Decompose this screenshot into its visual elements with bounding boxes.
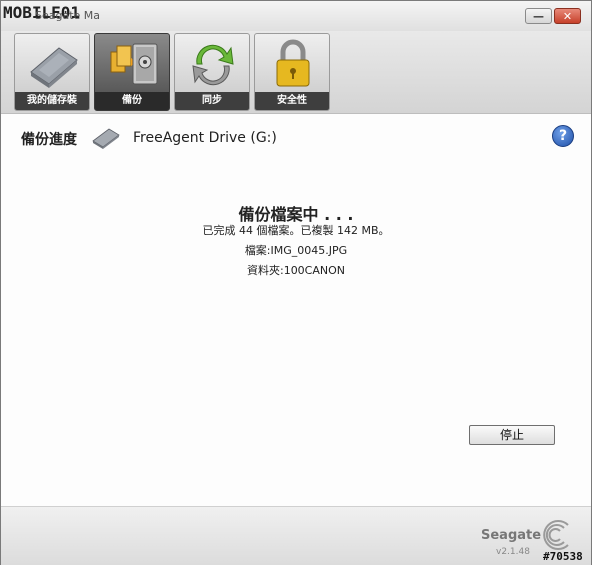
main-toolbar: 我的儲存裝 備份 同步 安全性 xyxy=(1,31,591,114)
drive-name: FreeAgent Drive (G:) xyxy=(133,130,277,146)
current-folder: 資料夾:100CANON xyxy=(246,264,346,277)
help-icon: ? xyxy=(558,128,568,144)
tab-label: 備份 xyxy=(95,92,169,110)
tab-sync[interactable]: 同步 xyxy=(174,33,250,111)
current-file: 檔案:IMG_0045.JPG xyxy=(244,244,348,257)
page-title: 備份進度 xyxy=(21,132,77,148)
tab-security[interactable]: 安全性 xyxy=(254,33,330,111)
drive-icon xyxy=(30,47,78,88)
tab-label: 安全性 xyxy=(255,92,329,110)
tab-label: 同步 xyxy=(175,92,249,110)
help-button[interactable]: ? xyxy=(552,125,574,147)
tab-backup[interactable]: 備份 xyxy=(94,33,170,111)
minimize-button[interactable]: — xyxy=(525,8,552,24)
drive-icon xyxy=(92,128,120,149)
version-label: v2.1.48 xyxy=(496,547,530,557)
watermark-tag: #70538 xyxy=(543,550,583,563)
backup-summary: 已完成 44 個檔案。已複製 142 MB。 xyxy=(202,224,390,237)
close-button[interactable]: ✕ xyxy=(554,8,581,24)
tab-label: 我的儲存裝 xyxy=(15,92,89,110)
window-title: Seagate Ma xyxy=(35,9,101,22)
backup-safe-icon xyxy=(110,43,158,85)
minimize-icon: — xyxy=(533,9,544,23)
sync-arrows-icon xyxy=(192,44,234,86)
padlock-icon xyxy=(276,39,310,87)
title-bar: MOBILE01 Seagate Ma — ✕ xyxy=(1,1,591,32)
seagate-logo-icon xyxy=(543,520,569,550)
tab-my-storage[interactable]: 我的儲存裝 xyxy=(14,33,90,111)
stop-button[interactable]: 停止 xyxy=(469,425,555,445)
close-icon: ✕ xyxy=(562,9,573,23)
app-window: MOBILE01 Seagate Ma — ✕ 我的儲存裝 備份 同步 安全性 … xyxy=(0,0,592,565)
seagate-brand: Seagate xyxy=(481,528,542,543)
